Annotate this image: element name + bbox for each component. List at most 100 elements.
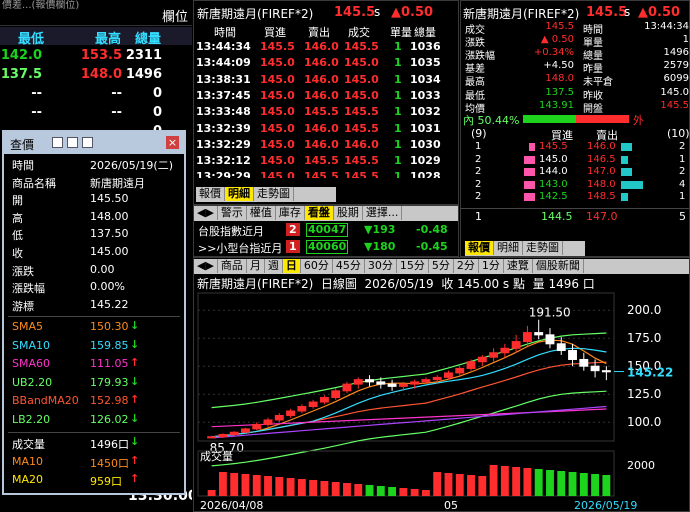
popup-indicator-row: SMA5 150.30 ↓ — [4, 319, 184, 337]
tick-cell: 1 — [394, 56, 402, 70]
kline-tab[interactable]: 2分 — [454, 259, 479, 273]
volume-bar — [579, 473, 588, 496]
depth-ask-price: 146.0 — [587, 141, 616, 152]
left-table-row[interactable]: 142.0 153.5 2311 — [0, 47, 192, 65]
index-tab-options[interactable]: 選擇... — [363, 206, 403, 220]
header-low[interactable]: 最低 — [18, 28, 44, 45]
volume-bar — [218, 472, 227, 496]
volume-bar — [478, 476, 487, 496]
depth-row[interactable]: 2 142.5 148.5 1 — [461, 191, 689, 201]
candle-body — [365, 379, 374, 383]
depth-ask-bar — [621, 193, 628, 201]
tick-row[interactable]: 13:32:39 145.0 146.0 145.5 1 1031 — [194, 122, 458, 138]
depth-row[interactable]: 2 144.0 147.0 2 — [461, 166, 689, 178]
tick-header-cell[interactable]: 成交 — [348, 24, 370, 39]
depth-buy-label: 買進 — [551, 129, 573, 141]
popup-info-value: 145.22 — [90, 297, 129, 311]
index-tab-inventory[interactable]: 庫存 — [276, 206, 305, 220]
popup-info-list: 時間 2026/05/19(二) 商品名稱 新唐期遠月開 145.50 高 148.00 低 1… — [4, 154, 184, 493]
popup-resize-icon[interactable] — [67, 137, 78, 148]
popup-info-row: 收 145.00 — [4, 244, 184, 262]
volume-label: MA10 — [12, 454, 44, 468]
quote-tab-quote[interactable]: 報價 — [465, 241, 494, 255]
depth-ask-qty: 2 — [679, 141, 686, 152]
kline-tab[interactable]: 月 — [247, 259, 265, 273]
tick-row[interactable]: 13:37:45 145.0 146.0 145.0 1 1033 — [194, 89, 458, 105]
index-tab-watch[interactable]: 看盤 — [304, 206, 334, 220]
tick-tab-trend[interactable]: 走勢圖 — [254, 187, 294, 201]
volume-bar — [467, 475, 475, 496]
tick-header-cell[interactable]: 時間 — [214, 24, 236, 39]
tick-row[interactable]: 13:33:48 145.0 145.5 145.5 1 1032 — [194, 105, 458, 121]
tick-row[interactable]: 13:32:12 145.0 145.5 145.5 1 1029 — [194, 154, 458, 170]
tick-row[interactable]: 13:32:29 145.0 146.0 146.0 1 1030 — [194, 138, 458, 154]
kline-nav-left-icon[interactable]: ◀▶ — [194, 259, 218, 273]
quote-tab-trend[interactable]: 走勢圖 — [523, 241, 563, 255]
depth-ask-price: 146.5 — [587, 153, 616, 165]
index-row[interactable]: 台股指數近月 2 40047 ▼193 -0.48 — [194, 222, 458, 238]
tick-row[interactable]: 13:38:31 145.0 146.0 145.0 1 1034 — [194, 72, 458, 89]
tick-row[interactable]: 13:29:29 145.0 145.5 145.5 1 1028 — [194, 170, 458, 178]
depth-ask-qty: 4 — [679, 178, 686, 190]
index-tab-stockfut[interactable]: 股期 — [334, 206, 363, 220]
quote-field-left: 均價 143.91 — [461, 100, 576, 113]
tick-row[interactable]: 13:44:34 145.5 146.0 145.5 1 1036 — [194, 40, 458, 56]
indicator-value: 159.85 — [90, 338, 129, 352]
left-table-row[interactable]: -- -- 0 — [0, 85, 192, 103]
date-mid-label: 05 — [444, 499, 458, 512]
candle-body — [432, 376, 442, 381]
volume-bar — [410, 489, 419, 496]
y-tick-label: 200.0 — [627, 303, 661, 317]
popup-info-row: 低 137.50 — [4, 226, 184, 244]
tick-header-cell[interactable]: 賣出 — [308, 24, 330, 39]
column-settings-button[interactable]: 欄位 — [162, 6, 188, 25]
tick-header-cell[interactable]: 買進 — [264, 24, 286, 39]
tick-tab-detail[interactable]: 明細 — [225, 187, 254, 201]
depth-bid-bar — [524, 168, 535, 176]
kline-svg[interactable]: 200.0175.0150.0125.0100.0191.5085.70145.… — [194, 291, 690, 512]
popup-pin-icon[interactable] — [82, 137, 93, 148]
header-volume[interactable]: 總量 — [135, 28, 161, 45]
tick-header-cell[interactable]: 總量 — [414, 24, 436, 39]
kline-tab[interactable]: 60分 — [301, 259, 333, 273]
depth-row[interactable]: 2 145.0 146.5 1 — [461, 153, 689, 166]
kline-tab[interactable]: 15分 — [397, 259, 429, 273]
depth-row[interactable]: 2 143.0 148.0 4 — [461, 178, 689, 191]
tick-cell: 1 — [394, 72, 402, 86]
quote-field-left: 漲跌 ▲ 0.50 — [461, 34, 576, 47]
kline-tab[interactable]: 日 — [282, 259, 301, 273]
index-price: 40047 — [306, 223, 349, 237]
candle-body — [252, 423, 262, 430]
kline-tab[interactable]: 商品 — [218, 259, 247, 273]
tick-header-cell[interactable]: 單量 — [390, 24, 412, 39]
tick-row[interactable]: 13:44:09 145.0 146.0 145.0 1 1035 — [194, 56, 458, 72]
index-row[interactable]: >>小型台指近月 1 40060 ▼180 -0.45 — [194, 239, 458, 255]
kline-tab[interactable]: 5分 — [429, 259, 454, 273]
header-high[interactable]: 最高 — [95, 28, 121, 45]
quote-field-label: 未平倉 — [583, 77, 613, 87]
popup-settings-icon[interactable] — [52, 137, 63, 148]
candle-body — [455, 367, 465, 374]
quote-tab-detail[interactable]: 明細 — [494, 241, 523, 255]
kline-tab[interactable]: 週 — [265, 259, 283, 273]
tick-cell: 146.0 — [304, 72, 339, 86]
popup-close-button[interactable]: × — [166, 136, 179, 149]
kline-tab[interactable]: 30分 — [365, 259, 397, 273]
left-table-row[interactable]: 137.5 148.0 1496 — [0, 66, 192, 84]
depth-row[interactable]: 1 145.5 146.0 2 — [461, 141, 689, 153]
index-tab-weight[interactable]: 權值 — [247, 206, 276, 220]
kline-tab[interactable]: 45分 — [333, 259, 365, 273]
tick-cell: 146.0 — [304, 40, 339, 53]
index-nav-left[interactable]: ◀▶ — [194, 206, 218, 220]
quote-field-right: 昨收 145.0 — [579, 87, 689, 100]
kline-tab[interactable]: 個股新聞 — [533, 259, 584, 273]
candle-body — [500, 347, 510, 354]
kline-tab[interactable]: 1分 — [479, 259, 504, 273]
popup-title-bar[interactable]: 查價 × — [4, 132, 184, 154]
volume-bar — [523, 468, 532, 496]
tick-tab-quote[interactable]: 報價 — [196, 187, 225, 201]
left-table-row[interactable]: -- -- 0 — [0, 104, 192, 122]
index-tab-alert[interactable]: 警示 — [218, 206, 247, 220]
quote-field-left: 漲跌幅 +0.34% — [461, 47, 576, 60]
kline-tab[interactable]: 速覽 — [504, 259, 533, 273]
